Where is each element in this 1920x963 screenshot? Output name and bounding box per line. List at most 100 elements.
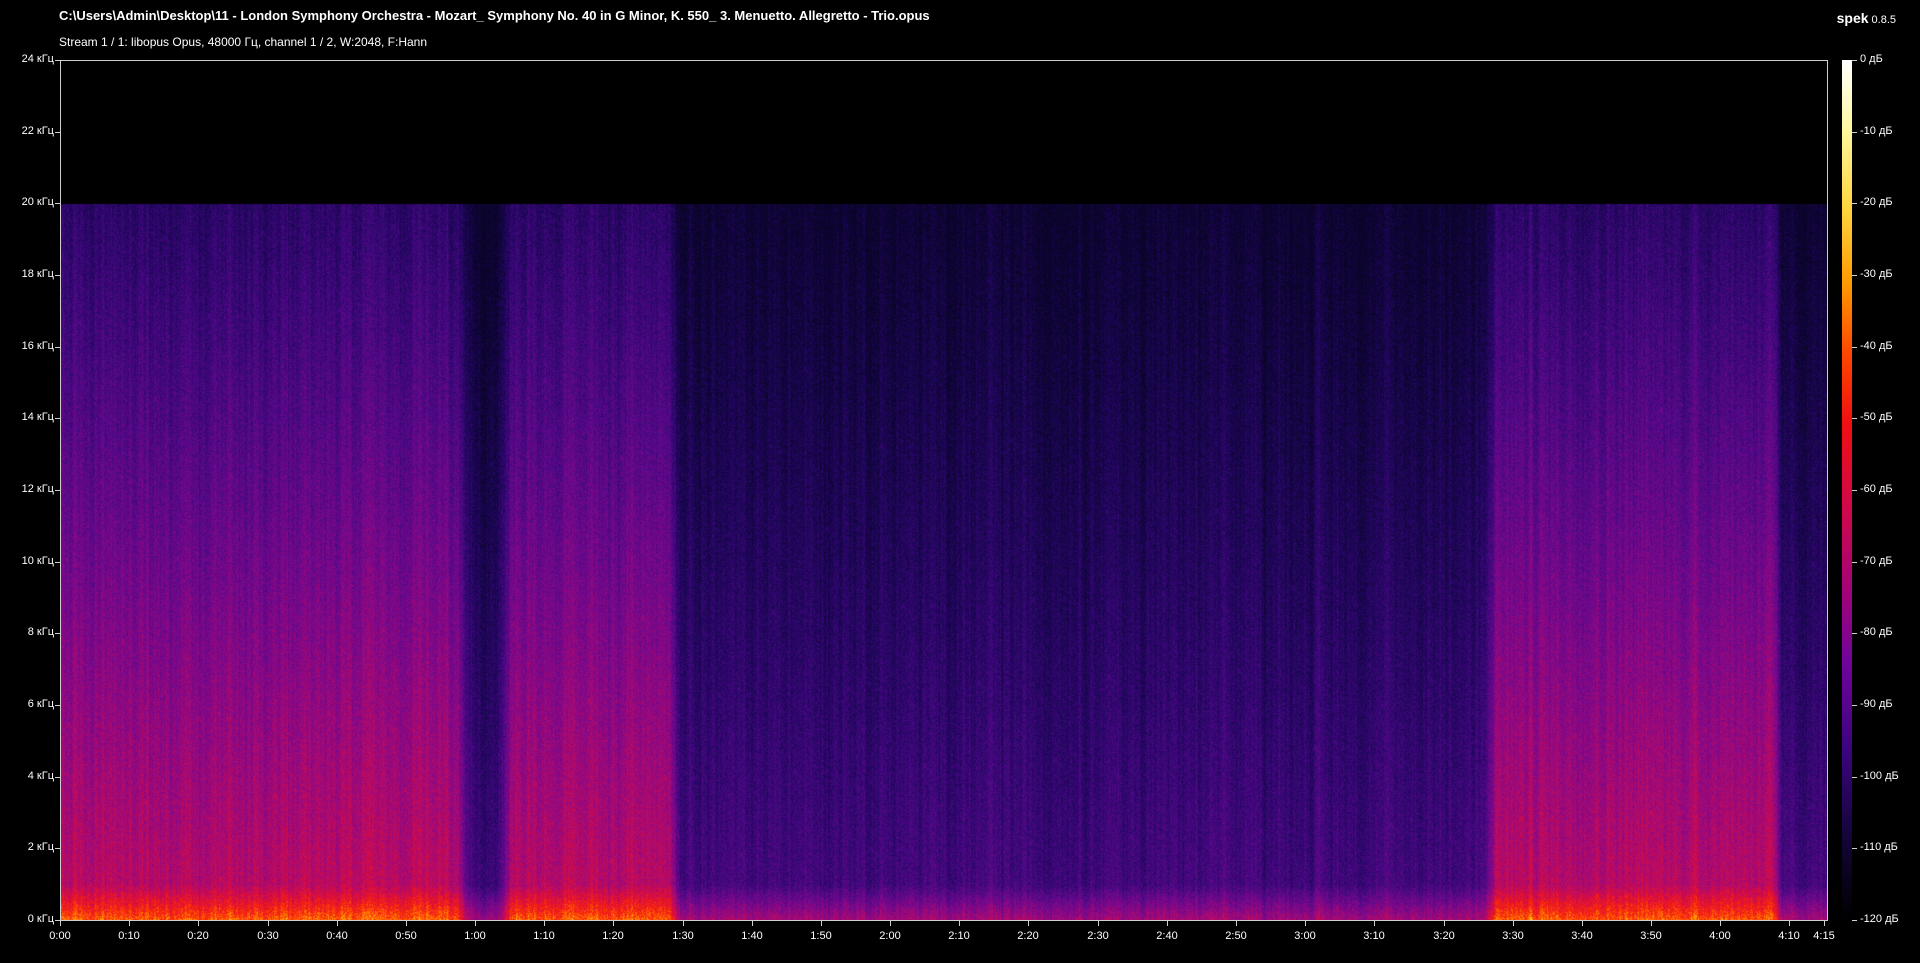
time-tick-mark: [821, 921, 822, 926]
db-tick-label: -30 дБ: [1860, 268, 1893, 280]
db-tick-label: -110 дБ: [1860, 841, 1898, 853]
db-tick-label: -80 дБ: [1860, 626, 1893, 638]
spek-window: C:\Users\Admin\Desktop\11 - London Symph…: [0, 0, 1920, 963]
freq-tick-label: 20 кГц: [21, 196, 54, 208]
time-tick-label: 1:30: [672, 930, 694, 942]
db-tick-mark: [1852, 777, 1857, 778]
freq-tick-label: 2 кГц: [27, 841, 54, 853]
time-tick-mark: [1513, 921, 1514, 926]
time-tick-label: 0:50: [395, 930, 417, 942]
time-tick-label: 4:15: [1813, 930, 1835, 942]
time-tick-label: 3:10: [1363, 930, 1385, 942]
time-tick-mark: [268, 921, 269, 926]
time-tick-mark: [890, 921, 891, 926]
spectrogram-plot: [60, 60, 1828, 921]
stream-info: Stream 1 / 1: libopus Opus, 48000 Гц, ch…: [59, 35, 428, 49]
time-tick-mark: [129, 921, 130, 926]
time-tick-label: 0:00: [49, 930, 71, 942]
time-tick-label: 2:40: [1156, 930, 1178, 942]
freq-tick-label: 16 кГц: [21, 340, 54, 352]
time-tick-mark: [406, 921, 407, 926]
time-tick-mark: [475, 921, 476, 926]
time-tick-label: 2:30: [1087, 930, 1109, 942]
db-tick-label: -100 дБ: [1860, 770, 1899, 782]
time-tick-mark: [544, 921, 545, 926]
db-tick-label: -40 дБ: [1860, 340, 1893, 352]
time-tick-mark: [1167, 921, 1168, 926]
time-tick-mark: [198, 921, 199, 926]
db-tick-label: -60 дБ: [1860, 483, 1893, 495]
db-tick-mark: [1852, 132, 1857, 133]
db-tick-mark: [1852, 562, 1857, 563]
freq-tick-label: 14 кГц: [21, 411, 54, 423]
time-tick-mark: [1028, 921, 1029, 926]
time-tick-label: 0:20: [187, 930, 209, 942]
db-tick-mark: [1852, 347, 1857, 348]
db-tick-label: 0 дБ: [1860, 53, 1883, 65]
freq-tick-label: 4 кГц: [27, 770, 54, 782]
time-tick-label: 0:10: [118, 930, 140, 942]
app-brand: spek 0.8.5: [1837, 9, 1896, 29]
db-tick-mark: [1852, 633, 1857, 634]
time-tick-mark: [1098, 921, 1099, 926]
time-tick-mark: [1305, 921, 1306, 926]
file-title: C:\Users\Admin\Desktop\11 - London Symph…: [59, 8, 930, 23]
freq-tick-label: 22 кГц: [21, 125, 54, 137]
freq-tick-label: 24 кГц: [21, 53, 54, 65]
time-tick-label: 1:40: [741, 930, 763, 942]
time-tick-label: 1:10: [533, 930, 555, 942]
spectrogram-image: [61, 61, 1827, 920]
db-tick-mark: [1852, 490, 1857, 491]
db-tick-mark: [1852, 705, 1857, 706]
time-tick-label: 4:00: [1709, 930, 1731, 942]
db-tick-label: -120 дБ: [1860, 913, 1899, 925]
time-tick-label: 2:50: [1225, 930, 1247, 942]
app-version: 0.8.5: [1871, 14, 1896, 26]
db-tick-label: -90 дБ: [1860, 698, 1893, 710]
time-tick-label: 2:20: [1017, 930, 1039, 942]
time-tick-mark: [959, 921, 960, 926]
time-tick-mark: [1720, 921, 1721, 926]
db-tick-mark: [1852, 60, 1857, 61]
time-tick-label: 3:40: [1571, 930, 1593, 942]
db-tick-mark: [1852, 418, 1857, 419]
time-tick-label: 0:30: [257, 930, 279, 942]
time-tick-label: 3:00: [1294, 930, 1316, 942]
time-tick-mark: [1374, 921, 1375, 926]
time-tick-label: 4:10: [1778, 930, 1800, 942]
time-tick-mark: [683, 921, 684, 926]
app-name: spek: [1836, 10, 1869, 26]
freq-tick-label: 0 кГц: [27, 913, 54, 925]
freq-tick-label: 12 кГц: [21, 483, 54, 495]
time-tick-mark: [1236, 921, 1237, 926]
db-tick-label: -20 дБ: [1860, 196, 1893, 208]
time-tick-label: 3:30: [1502, 930, 1524, 942]
time-tick-label: 1:00: [464, 930, 486, 942]
time-tick-label: 2:00: [879, 930, 901, 942]
db-tick-mark: [1852, 920, 1857, 921]
time-tick-label: 1:50: [810, 930, 832, 942]
time-tick-mark: [752, 921, 753, 926]
freq-tick-label: 10 кГц: [21, 555, 54, 567]
time-tick-mark: [1651, 921, 1652, 926]
time-tick-mark: [1582, 921, 1583, 926]
db-tick-label: -10 дБ: [1860, 125, 1893, 137]
db-tick-mark: [1852, 275, 1857, 276]
time-tick-label: 3:50: [1640, 930, 1662, 942]
freq-tick-label: 6 кГц: [27, 698, 54, 710]
db-color-scale: [1842, 60, 1852, 921]
db-tick-mark: [1852, 203, 1857, 204]
time-tick-mark: [60, 921, 61, 926]
time-tick-mark: [1789, 921, 1790, 926]
db-tick-mark: [1852, 848, 1857, 849]
freq-tick-label: 8 кГц: [27, 626, 54, 638]
time-tick-mark: [1824, 921, 1825, 926]
time-tick-label: 1:20: [602, 930, 624, 942]
time-tick-label: 2:10: [948, 930, 970, 942]
freq-tick-label: 18 кГц: [21, 268, 54, 280]
time-tick-mark: [1444, 921, 1445, 926]
time-tick-mark: [337, 921, 338, 926]
db-tick-label: -50 дБ: [1860, 411, 1893, 423]
db-tick-label: -70 дБ: [1860, 555, 1893, 567]
time-tick-label: 3:20: [1433, 930, 1455, 942]
